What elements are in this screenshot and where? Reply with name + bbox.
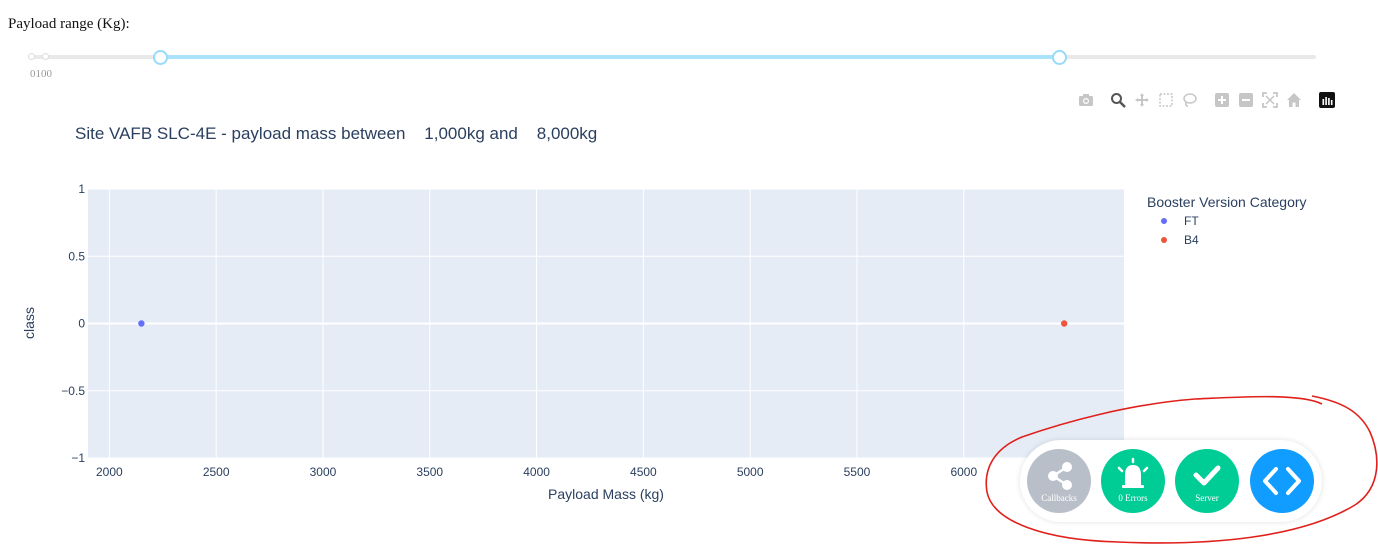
y-tick-label: 0	[78, 317, 85, 331]
box-select-icon[interactable]	[1158, 92, 1174, 108]
slider-mark-labels: 0100	[30, 68, 52, 80]
legend-title: Booster Version Category	[1147, 194, 1307, 210]
slider-handle-high[interactable]	[1052, 50, 1068, 65]
bell-icon	[1117, 457, 1149, 488]
x-tick-label: 4000	[523, 465, 550, 479]
y-axis-title: class	[21, 307, 37, 339]
errors-button[interactable]: 0 Errors	[1101, 449, 1165, 513]
data-point-b4[interactable]	[1060, 320, 1068, 327]
share-icon	[1048, 462, 1072, 490]
x-tick-label: 4500	[630, 465, 657, 479]
camera-icon[interactable]	[1078, 92, 1094, 108]
x-tick-label: 5000	[737, 465, 764, 479]
y-tick-label: −1	[71, 451, 85, 465]
errors-label: 0 Errors	[1118, 493, 1148, 503]
legend-item-b4[interactable]: B4	[1184, 233, 1199, 247]
legend-item-ft[interactable]: FT	[1184, 214, 1199, 228]
check-icon	[1193, 465, 1221, 486]
zoom-icon[interactable]	[1110, 92, 1126, 108]
chart-title: Site VAFB SLC-4E - payload mass between …	[75, 124, 597, 143]
x-tick-label: 3500	[416, 465, 443, 479]
y-tick-label: 0.5	[68, 249, 85, 263]
autoscale-icon[interactable]	[1262, 92, 1278, 108]
server-label: Server	[1195, 493, 1219, 503]
server-button[interactable]: Server	[1175, 449, 1239, 513]
y-tick-label: 1	[78, 182, 85, 196]
callbacks-label: Callbacks	[1041, 493, 1077, 503]
y-tick-labels: 1 0.5 0 −0.5 −1	[61, 182, 85, 465]
legend-marker[interactable]	[1161, 237, 1167, 243]
zoom-in-icon[interactable]	[1214, 92, 1230, 108]
slider-mark-dot	[42, 53, 49, 60]
reset-axes-icon[interactable]	[1286, 92, 1302, 108]
y-tick-label: −0.5	[61, 384, 85, 398]
lasso-icon[interactable]	[1182, 92, 1198, 108]
pan-icon[interactable]	[1134, 92, 1150, 108]
legend-marker[interactable]	[1161, 218, 1167, 224]
code-icon	[1263, 467, 1301, 495]
slider-label: Payload range (Kg):	[8, 16, 130, 32]
code-toggle-button[interactable]	[1250, 449, 1314, 513]
slider-handle-low[interactable]	[153, 50, 169, 65]
zoom-out-icon[interactable]	[1238, 92, 1254, 108]
slider-track	[160, 55, 1060, 59]
x-tick-label: 6000	[950, 465, 977, 479]
callbacks-button[interactable]: Callbacks	[1027, 449, 1091, 513]
x-tick-labels: 2000 2500 3000 3500 4000 4500 5000 5500 6000	[96, 465, 977, 479]
data-point-ft[interactable]	[138, 320, 145, 327]
slider-mark-dot	[28, 53, 35, 60]
x-tick-label: 5500	[844, 465, 871, 479]
plotly-logo-icon[interactable]	[1319, 92, 1335, 108]
legend: FT B4	[1161, 214, 1199, 247]
x-tick-label: 3000	[310, 465, 337, 479]
x-axis-title: Payload Mass (kg)	[548, 486, 664, 502]
x-tick-label: 2500	[203, 465, 230, 479]
dash-devtools-bar: Callbacks 0 Errors Server	[1020, 440, 1322, 522]
x-tick-label: 2000	[96, 465, 123, 479]
